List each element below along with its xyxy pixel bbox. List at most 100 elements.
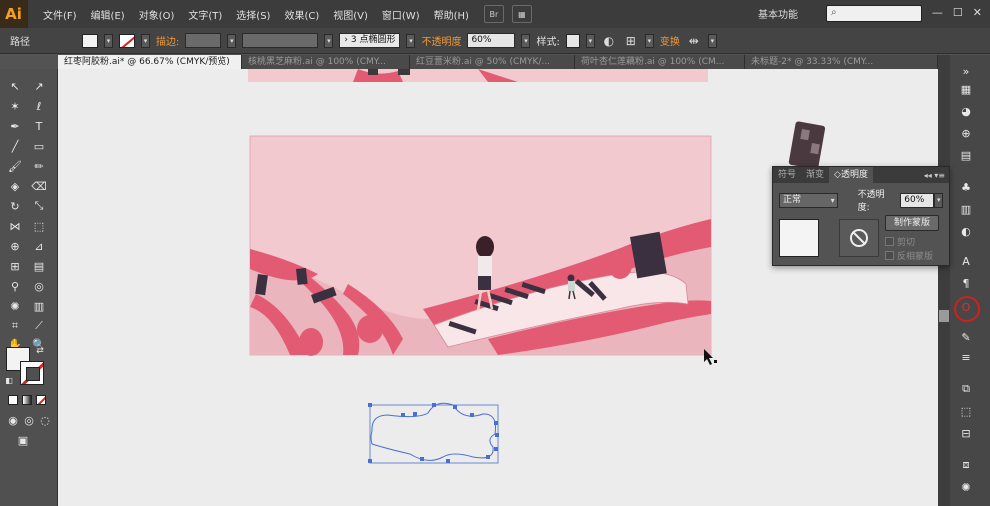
transparency-panel-icon[interactable]: ◐ bbox=[957, 223, 975, 239]
stroke-color-swatch[interactable] bbox=[20, 361, 44, 385]
brush-definition-field[interactable]: › 3 点椭圆形 bbox=[339, 33, 401, 48]
type-tool-icon[interactable]: T bbox=[30, 117, 48, 135]
menu-object[interactable]: 对象(O) bbox=[132, 7, 182, 22]
dock-collapse-icon[interactable]: » bbox=[957, 63, 975, 79]
links-panel-icon[interactable]: ✺ bbox=[957, 479, 975, 495]
panel-opacity-dropdown[interactable]: ▾ bbox=[934, 192, 943, 208]
search-input[interactable]: ⌕ bbox=[826, 5, 922, 22]
swatches-panel-icon[interactable]: ⊕ bbox=[957, 125, 975, 141]
clip-checkbox[interactable]: 剪切 bbox=[885, 235, 915, 248]
artboard-tool-icon[interactable]: ⌗ bbox=[6, 317, 24, 335]
panel-collapse-icon[interactable]: ◂◂ ▾≡ bbox=[924, 171, 949, 180]
free-transform-tool-icon[interactable]: ⬚ bbox=[30, 217, 48, 235]
opacity-dropdown[interactable]: ▾ bbox=[521, 33, 531, 48]
tab-document-2[interactable]: 核桃黑芝麻粉.ai @ 100% (CMY... bbox=[242, 55, 410, 69]
layers-panel-icon[interactable]: ▤ bbox=[957, 147, 975, 163]
gradient-panel-icon[interactable]: ▥ bbox=[957, 201, 975, 217]
menu-file[interactable]: 文件(F) bbox=[36, 7, 84, 22]
align-icon[interactable]: ⊞ bbox=[623, 33, 639, 49]
blend-tool-icon[interactable]: ◎ bbox=[30, 277, 48, 295]
color-panel-icon[interactable]: ▦ bbox=[957, 81, 975, 97]
symbol-sprayer-tool-icon[interactable]: ✺ bbox=[6, 297, 24, 315]
menu-window[interactable]: 窗口(W) bbox=[375, 7, 427, 22]
lasso-tool-icon[interactable]: ℓ bbox=[30, 97, 48, 115]
tab-document-4[interactable]: 荷叶杏仁莲藕粉.ai @ 100% (CM... bbox=[575, 55, 745, 69]
perspective-grid-tool-icon[interactable]: ⊿ bbox=[30, 237, 48, 255]
workspace-switcher[interactable]: 基本功能 bbox=[758, 6, 798, 21]
stroke-panel-icon[interactable]: ≡ bbox=[957, 349, 975, 365]
fill-swatch[interactable] bbox=[82, 33, 98, 48]
tab-transparency[interactable]: ◇透明度 bbox=[829, 167, 873, 183]
width-tool-icon[interactable]: ⋈ bbox=[6, 217, 24, 235]
make-mask-button[interactable]: 制作蒙版 bbox=[885, 215, 939, 231]
selection-tool-icon[interactable]: ↖ bbox=[6, 77, 24, 95]
column-graph-tool-icon[interactable]: ▥ bbox=[30, 297, 48, 315]
opacity-field[interactable]: 60% bbox=[467, 33, 516, 48]
direct-selection-tool-icon[interactable]: ↗ bbox=[30, 77, 48, 95]
minimize-button[interactable]: — bbox=[932, 6, 943, 19]
graphic-style-swatch[interactable] bbox=[565, 33, 580, 48]
graphic-style-dropdown[interactable]: ▾ bbox=[585, 33, 595, 48]
slice-tool-icon[interactable]: ⟋ bbox=[30, 317, 48, 335]
gradient-mode-icon[interactable] bbox=[22, 395, 32, 405]
main-artboard[interactable] bbox=[249, 135, 712, 356]
arrange-documents-icon[interactable]: ▦ bbox=[511, 5, 532, 23]
pencil-tool-icon[interactable]: ✏ bbox=[30, 157, 48, 175]
align-panel-icon[interactable]: ⊟ bbox=[957, 425, 975, 441]
shape-builder-tool-icon[interactable]: ⊕ bbox=[6, 237, 24, 255]
brush-dropdown[interactable]: ▾ bbox=[406, 33, 416, 48]
vertical-scrollbar[interactable] bbox=[938, 55, 950, 506]
fill-dropdown[interactable]: ▾ bbox=[104, 33, 113, 48]
close-button[interactable]: ✕ bbox=[973, 6, 982, 19]
opentype-panel-icon[interactable]: O bbox=[954, 296, 980, 322]
tab-symbols[interactable]: 符号 bbox=[773, 167, 801, 183]
artboards-panel-icon[interactable]: ⧈ bbox=[957, 457, 975, 473]
menu-select[interactable]: 选择(S) bbox=[229, 7, 277, 22]
eraser-tool-icon[interactable]: ⌫ bbox=[30, 177, 48, 195]
scale-tool-icon[interactable]: ⤡ bbox=[30, 197, 48, 215]
stroke-weight-field[interactable] bbox=[185, 33, 222, 48]
swap-fill-stroke-icon[interactable]: ⇄ bbox=[34, 345, 46, 357]
line-tool-icon[interactable]: ╱ bbox=[6, 137, 24, 155]
invert-mask-checkbox-box[interactable] bbox=[885, 251, 894, 260]
symbols-panel-icon[interactable]: ♣ bbox=[957, 179, 975, 195]
top-artboard-partial[interactable] bbox=[248, 69, 708, 82]
menu-type[interactable]: 文字(T) bbox=[181, 7, 229, 22]
transform-icon[interactable]: ⇹ bbox=[686, 33, 702, 49]
transform-dropdown[interactable]: ▾ bbox=[707, 33, 717, 48]
eyedropper-tool-icon[interactable]: ⚲ bbox=[6, 277, 24, 295]
blend-mode-select[interactable]: 正常 bbox=[779, 192, 838, 208]
mask-thumbnail[interactable] bbox=[839, 219, 879, 257]
menu-view[interactable]: 视图(V) bbox=[326, 7, 375, 22]
appearance-panel-icon[interactable]: ⧉ bbox=[957, 381, 975, 397]
brushes-panel-icon[interactable]: ✎ bbox=[957, 329, 975, 345]
none-mode-icon[interactable] bbox=[36, 395, 46, 405]
bridge-button[interactable]: Br bbox=[483, 5, 504, 23]
blob-brush-tool-icon[interactable]: ◈ bbox=[6, 177, 24, 195]
rectangle-tool-icon[interactable]: ▭ bbox=[30, 137, 48, 155]
default-colors-icon[interactable]: ◧ bbox=[4, 375, 14, 385]
gradient-tool-icon[interactable]: ▤ bbox=[30, 257, 48, 275]
draw-inside-icon[interactable]: ◌ bbox=[36, 411, 54, 429]
stroke-label[interactable]: 描边: bbox=[156, 33, 179, 48]
tab-gradient[interactable]: 渐变 bbox=[801, 167, 829, 183]
rotate-tool-icon[interactable]: ↻ bbox=[6, 197, 24, 215]
tab-document-3[interactable]: 红豆薏米粉.ai @ 50% (CMYK/... bbox=[410, 55, 575, 69]
transform-label[interactable]: 变换 bbox=[660, 33, 680, 48]
maximize-button[interactable]: ☐ bbox=[953, 6, 963, 19]
character-panel-icon[interactable]: A bbox=[957, 253, 975, 269]
color-mode-icon[interactable] bbox=[8, 395, 18, 405]
tab-document-5[interactable]: 未标题-2* @ 33.33% (CMY... bbox=[745, 55, 938, 69]
stroke-weight-dropdown[interactable]: ▾ bbox=[227, 33, 237, 48]
panel-opacity-field[interactable]: 60% bbox=[900, 192, 935, 208]
align-dropdown[interactable]: ▾ bbox=[644, 33, 654, 48]
paragraph-panel-icon[interactable]: ¶ bbox=[957, 275, 975, 291]
menu-help[interactable]: 帮助(H) bbox=[427, 7, 476, 22]
pen-tool-icon[interactable]: ✒ bbox=[6, 117, 24, 135]
floating-note-object[interactable] bbox=[788, 121, 826, 170]
menu-effect[interactable]: 效果(C) bbox=[277, 7, 326, 22]
magic-wand-tool-icon[interactable]: ✶ bbox=[6, 97, 24, 115]
menu-edit[interactable]: 编辑(E) bbox=[84, 7, 132, 22]
scrollbar-thumb[interactable] bbox=[939, 310, 949, 322]
opacity-label[interactable]: 不透明度 bbox=[421, 33, 461, 48]
